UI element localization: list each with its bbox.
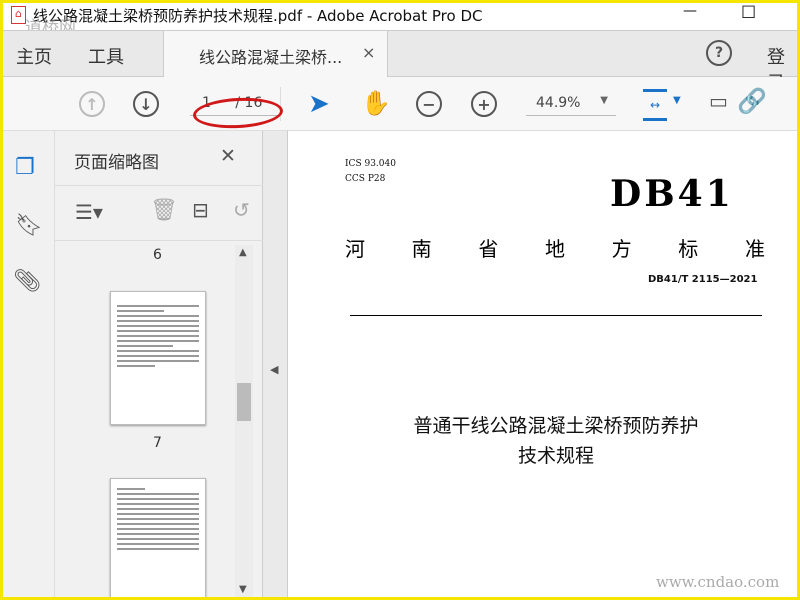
db-logo: DB41 bbox=[610, 173, 734, 215]
help-icon[interactable]: ? bbox=[706, 40, 732, 66]
divider-line bbox=[350, 315, 762, 316]
panel-toolbar: ☰▾ 🗑︎ ⊟ ↺ bbox=[55, 185, 263, 241]
classification-block: ICS 93.040 CCS P28 bbox=[345, 157, 396, 187]
chevron-down-icon[interactable]: ▼ bbox=[673, 95, 681, 106]
share-link-icon[interactable]: 🔗 bbox=[737, 87, 767, 115]
comment-icon[interactable]: ▭ bbox=[709, 89, 728, 113]
pdf-icon: ⌂ bbox=[11, 6, 26, 24]
ccs-value: P28 bbox=[367, 174, 386, 184]
title-line-1: 普通干线公路混凝土梁桥预防养护 bbox=[413, 415, 699, 437]
standard-code: DB41/T 2115—2021 bbox=[648, 274, 758, 285]
collapse-arrow-icon[interactable]: ◀ bbox=[270, 363, 278, 376]
tab-tools[interactable]: 工具 bbox=[88, 43, 124, 69]
document-title: 普通干线公路混凝土梁桥预防养护 技术规程 bbox=[350, 411, 762, 471]
minimize-button[interactable]: — bbox=[683, 3, 697, 19]
document-page: ICS 93.040 CCS P28 DB41 河 南 省 地 方 标 准 DB41/T 2… bbox=[288, 131, 797, 597]
heading-char: 准 bbox=[744, 237, 765, 261]
thumbnail-scrollbar[interactable]: ▲ ▼ bbox=[235, 245, 253, 597]
hand-tool-icon[interactable]: ✋ bbox=[361, 89, 391, 117]
tab-home[interactable]: 主页 bbox=[16, 43, 52, 69]
title-line-2: 技术规程 bbox=[517, 445, 594, 467]
scrollbar-thumb[interactable] bbox=[237, 383, 251, 421]
heading-char: 河 bbox=[345, 237, 365, 261]
delete-icon[interactable]: 🗑︎ bbox=[150, 198, 178, 223]
heading-char: 地 bbox=[544, 237, 565, 261]
collapse-panel-bar[interactable]: ◀ bbox=[263, 131, 288, 597]
tab-document[interactable]: 线公路混凝土梁桥... × bbox=[163, 31, 388, 77]
thumbnail-label: 6 bbox=[153, 247, 162, 263]
zoom-select[interactable]: 44.9% ▼ bbox=[526, 95, 616, 116]
ics-label: ICS bbox=[345, 159, 362, 169]
thumbnail-label: 7 bbox=[153, 435, 162, 451]
ics-value: 93.040 bbox=[364, 159, 396, 169]
rotate-icon[interactable]: ↺ bbox=[233, 198, 250, 222]
insert-page-icon[interactable]: ⊟ bbox=[192, 198, 209, 222]
acrobat-window: ⌂ 线公路混凝土梁桥预防养护技术规程.pdf - Adobe Acrobat P… bbox=[3, 3, 797, 597]
options-menu-icon[interactable]: ☰▾ bbox=[75, 200, 103, 224]
heading-char: 标 bbox=[678, 237, 699, 261]
page-thumbnail[interactable] bbox=[110, 478, 206, 597]
zoom-value: 44.9% bbox=[536, 95, 581, 111]
next-page-icon[interactable]: ↓ bbox=[133, 91, 159, 117]
bookmark-icon[interactable]: 🔖︎ bbox=[15, 213, 43, 238]
window-title: 线公路混凝土梁桥预防养护技术规程.pdf - Adobe Acrobat Pro… bbox=[33, 7, 483, 25]
page-thumbnail[interactable] bbox=[110, 291, 206, 425]
province-standard-heading: 河南省地方标准 bbox=[345, 233, 765, 262]
page-thumbnails-icon[interactable]: ❐ bbox=[15, 155, 35, 180]
title-bar: ⌂ 线公路混凝土梁桥预防养护技术规程.pdf - Adobe Acrobat P… bbox=[3, 3, 797, 38]
toolbar: ↑ ↓ 1 / 16 ➤ ✋ − + 44.9% ▼ ↔ ▼ ▭ 🔗 bbox=[3, 77, 797, 131]
zoom-out-icon[interactable]: − bbox=[416, 91, 442, 117]
fit-page-icon[interactable]: ↔ bbox=[643, 89, 667, 121]
tab-document-label: 线公路混凝土梁桥... bbox=[199, 48, 343, 67]
maximize-button[interactable]: ☐ bbox=[741, 3, 756, 23]
select-cursor-icon[interactable]: ➤ bbox=[308, 89, 330, 119]
panel-title: 页面缩略图 bbox=[74, 153, 159, 173]
tab-bar: 主页 工具 线公路混凝土梁桥... × ? 登录 bbox=[3, 30, 797, 94]
close-tab-button[interactable]: × bbox=[362, 43, 375, 62]
ccs-label: CCS bbox=[345, 174, 365, 184]
close-panel-button[interactable]: ✕ bbox=[220, 145, 236, 167]
heading-char: 方 bbox=[611, 237, 632, 261]
left-navigation-strip: ❐ 🔖︎ 📎︎ bbox=[3, 131, 55, 597]
heading-char: 省 bbox=[478, 237, 499, 261]
prev-page-icon[interactable]: ↑ bbox=[79, 91, 105, 117]
zoom-in-icon[interactable]: + bbox=[471, 91, 497, 117]
thumbnail-panel: 页面缩略图 ✕ ☰▾ 🗑︎ ⊟ ↺ 6 7 bbox=[55, 131, 263, 597]
heading-char: 南 bbox=[411, 237, 432, 261]
attachment-icon[interactable]: 📎︎ bbox=[13, 269, 41, 294]
watermark-url: www.cndao.com bbox=[656, 573, 780, 591]
